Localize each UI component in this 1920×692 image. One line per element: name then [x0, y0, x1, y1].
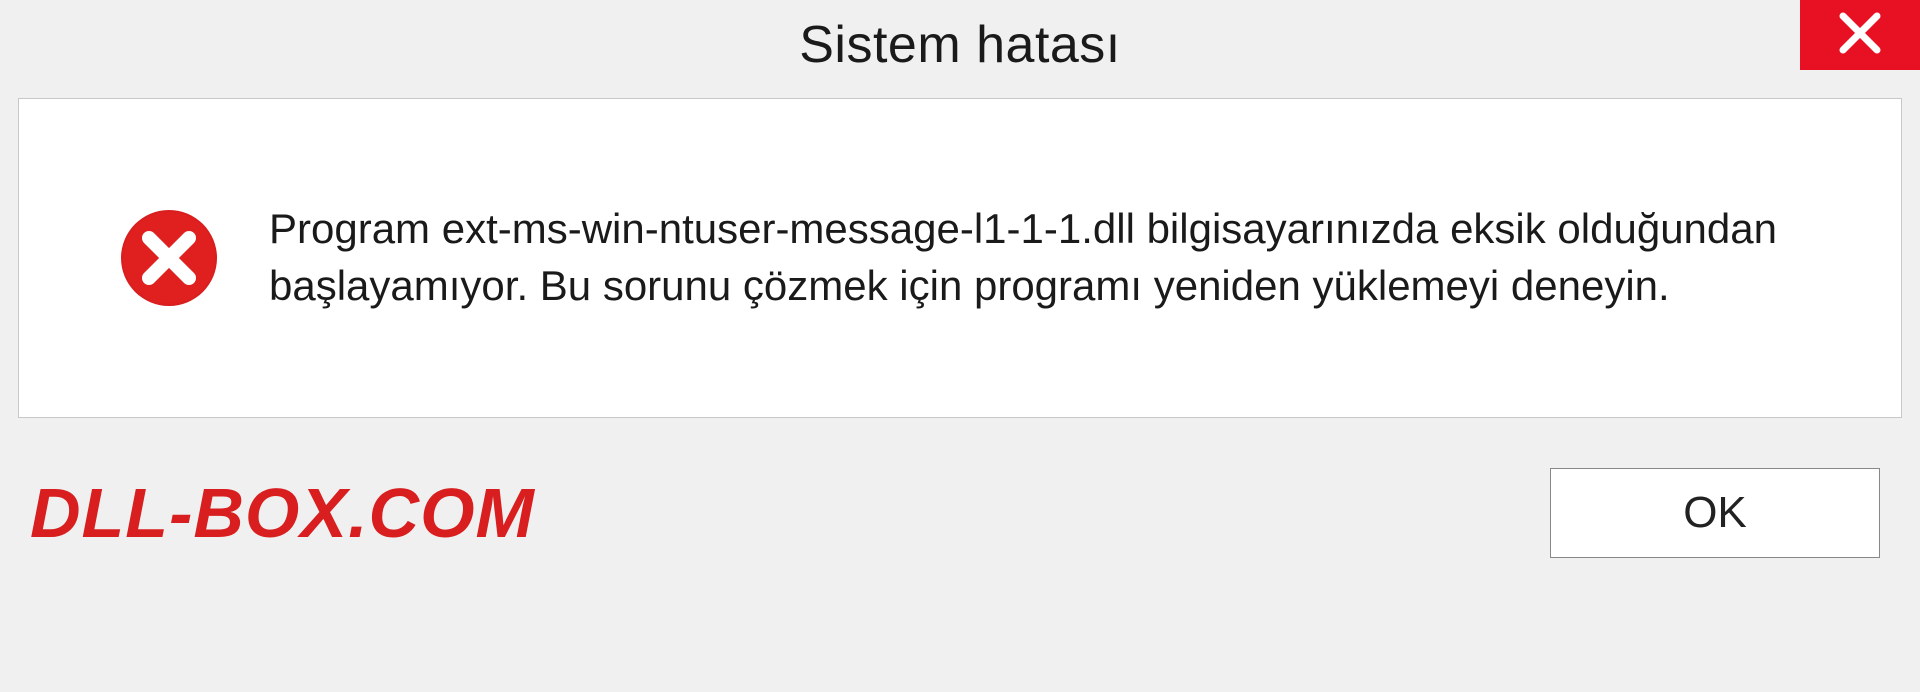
dialog-footer: DLL-BOX.COM OK	[0, 418, 1920, 598]
watermark-text: DLL-BOX.COM	[30, 473, 535, 553]
dialog-body: Program ext-ms-win-ntuser-message-l1-1-1…	[18, 98, 1902, 418]
close-button[interactable]	[1800, 0, 1920, 70]
close-icon	[1837, 10, 1883, 61]
error-dialog: Sistem hatası Program ext-ms-win-ntuser-…	[0, 0, 1920, 692]
dialog-title: Sistem hatası	[799, 15, 1121, 75]
title-bar: Sistem hatası	[0, 0, 1920, 90]
error-icon	[119, 208, 219, 308]
ok-button[interactable]: OK	[1550, 468, 1880, 558]
error-message: Program ext-ms-win-ntuser-message-l1-1-1…	[269, 201, 1841, 314]
